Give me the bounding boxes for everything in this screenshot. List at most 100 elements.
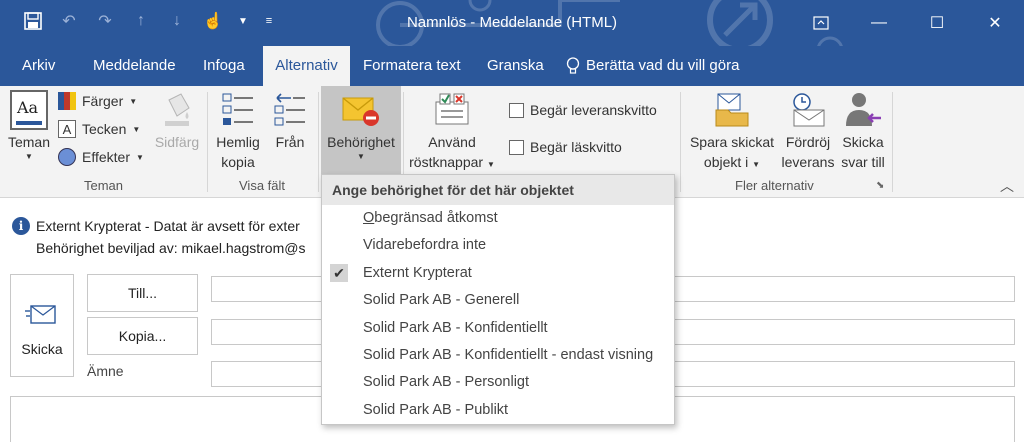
tab-meddelande[interactable]: Meddelande — [93, 46, 176, 86]
from-label: Från — [275, 134, 305, 150]
ribbon-display-options-icon[interactable] — [792, 0, 850, 46]
group-label-fler-alternativ: Fler alternativ — [735, 178, 814, 193]
cc-button[interactable]: Kopia... — [87, 317, 198, 355]
chevron-down-icon: ▼ — [486, 160, 495, 169]
menu-item-unrestricted[interactable]: Obegränsad åtkomst — [322, 205, 674, 232]
send-icon — [25, 303, 59, 327]
group-separator — [318, 92, 319, 192]
group-label-visa-falt: Visa fält — [239, 178, 286, 193]
menu-item-externt-krypterat[interactable]: ✔ Externt Krypterat — [322, 260, 674, 287]
delay-delivery-button[interactable]: Fördröj leverans — [778, 90, 838, 172]
menu-item-personligt[interactable]: Solid Park AB - Personligt — [322, 369, 674, 396]
delay-label-line1: Fördröj — [785, 134, 831, 150]
delivery-receipt-label: Begär leveranskvitto — [530, 102, 657, 118]
menu-item-konfidentiellt-view-only[interactable]: Solid Park AB - Konfidentiellt - endast … — [322, 342, 674, 369]
lightbulb-icon — [566, 57, 580, 74]
group-label-teman: Teman — [84, 178, 124, 193]
collapse-ribbon-icon[interactable]: ︿ — [1000, 176, 1014, 196]
tell-me-label: Berätta vad du vill göra — [586, 57, 740, 74]
voting-buttons-button[interactable]: Använd röstknappar ▼ — [408, 90, 496, 175]
direct-replies-label-line2: svar till — [841, 154, 885, 170]
colors-button[interactable]: Färger ▼ — [58, 92, 137, 110]
voting-icon — [432, 90, 472, 130]
menu-item-label: Solid Park AB - Konfidentiellt - endast … — [363, 346, 654, 363]
chevron-down-icon: ▼ — [25, 152, 33, 161]
tab-formatera-text[interactable]: Formatera text — [363, 46, 461, 86]
save-sent-label-line2: objekt i ▼ — [703, 154, 761, 170]
chevron-down-icon: ▼ — [752, 160, 761, 169]
permission-button[interactable]: Behörighet ▼ — [321, 86, 401, 174]
save-sent-folder-icon — [712, 90, 752, 130]
minimize-icon[interactable]: — — [850, 0, 908, 46]
info-bar: i Externt Krypterat - Datat är avsett fö… — [12, 215, 305, 259]
menu-item-publikt[interactable]: Solid Park AB - Publikt — [322, 397, 674, 424]
page-color-button[interactable]: Sidfärg — [150, 90, 204, 152]
voting-label-line1: Använd — [428, 134, 476, 150]
themes-icon: Aa — [10, 90, 48, 130]
colors-label: Färger — [82, 93, 124, 109]
menu-item-accesskey: O — [363, 210, 375, 226]
info-icon: i — [12, 217, 30, 235]
read-receipt-label: Begär läskvitto — [530, 139, 622, 155]
window-controls: — ☐ ✕ — [792, 0, 1024, 46]
themes-label: Teman — [7, 134, 51, 150]
menu-item-konfidentiellt[interactable]: Solid Park AB - Konfidentiellt — [322, 315, 674, 342]
bcc-button[interactable]: Hemlig kopia — [212, 90, 264, 172]
paint-bucket-icon — [161, 90, 193, 130]
info-line-2: Behörighet beviljad av: mikael.hagstrom@… — [36, 240, 306, 256]
maximize-icon[interactable]: ☐ — [908, 0, 966, 46]
menu-item-label: Solid Park AB - Konfidentiellt — [363, 319, 548, 336]
permission-envelope-icon — [341, 90, 381, 130]
subject-label: Ämne — [87, 363, 124, 379]
send-button[interactable]: Skicka — [10, 274, 74, 377]
fonts-label: Tecken — [82, 121, 127, 137]
tab-alternativ[interactable]: Alternativ — [263, 46, 350, 86]
group-separator — [892, 92, 893, 192]
permission-label: Behörighet — [327, 134, 395, 150]
info-line-1: Externt Krypterat - Datat är avsett för … — [36, 218, 300, 234]
tab-infoga[interactable]: Infoga — [203, 46, 245, 86]
group-separator — [207, 92, 208, 192]
effects-label: Effekter — [82, 149, 130, 165]
delivery-receipt-checkbox[interactable]: Begär leveranskvitto — [509, 102, 657, 118]
permission-menu-header: Ange behörighet för det här objektet — [322, 175, 674, 205]
voting-label-line2: röstknappar ▼ — [409, 154, 495, 170]
send-label: Skicka — [21, 341, 63, 357]
chevron-down-icon: ▼ — [357, 152, 365, 161]
to-button[interactable]: Till... — [87, 274, 198, 312]
read-receipt-checkbox[interactable]: Begär läskvitto — [509, 139, 622, 155]
themes-button[interactable]: Aa Teman ▼ — [6, 90, 52, 162]
save-sent-item-button[interactable]: Spara skickat objekt i ▼ — [684, 90, 780, 175]
title-bar: ↶ ↷ ↑ ↓ ☝ ▼ ≡ Namnlös - Meddelande (HTML… — [0, 0, 1024, 46]
fonts-button[interactable]: A Tecken ▼ — [58, 120, 140, 138]
bcc-label-line2: kopia — [221, 154, 255, 170]
menu-item-label: Solid Park AB - Personligt — [363, 374, 530, 391]
chevron-down-icon: ▼ — [129, 96, 138, 106]
tab-granska[interactable]: Granska — [487, 46, 544, 86]
checkbox-box[interactable] — [509, 139, 524, 155]
bcc-label-line1: Hemlig — [216, 134, 260, 150]
close-icon[interactable]: ✕ — [966, 0, 1024, 46]
tell-me-box[interactable]: Berätta vad du vill göra — [566, 46, 739, 86]
chevron-down-icon: ▼ — [136, 152, 144, 162]
direct-replies-icon — [843, 90, 883, 130]
colors-icon — [58, 92, 76, 110]
menu-item-generell[interactable]: Solid Park AB - Generell — [322, 287, 674, 314]
permission-menu: Ange behörighet för det här objektet Obe… — [321, 174, 675, 425]
delay-delivery-icon — [788, 90, 828, 130]
dialog-launcher-icon[interactable]: ⬊ — [876, 180, 884, 191]
effects-button[interactable]: Effekter ▼ — [58, 148, 144, 166]
bcc-icon — [221, 90, 255, 130]
fonts-icon: A — [58, 120, 76, 138]
delay-label-line2: leverans — [781, 154, 835, 170]
menu-item-label: Vidarebefordra inte — [363, 237, 487, 254]
effects-icon — [58, 148, 76, 166]
page-color-label: Sidfärg — [154, 134, 200, 150]
tab-arkiv[interactable]: Arkiv — [22, 46, 55, 86]
from-button[interactable]: Från — [268, 90, 312, 152]
menu-item-label: Externt Krypterat — [363, 264, 472, 281]
menu-item-do-not-forward[interactable]: Vidarebefordra inte — [322, 232, 674, 259]
checkbox-box[interactable] — [509, 102, 524, 118]
menu-item-label: Solid Park AB - Generell — [363, 292, 520, 309]
direct-replies-button[interactable]: Skicka svar till — [838, 90, 888, 172]
